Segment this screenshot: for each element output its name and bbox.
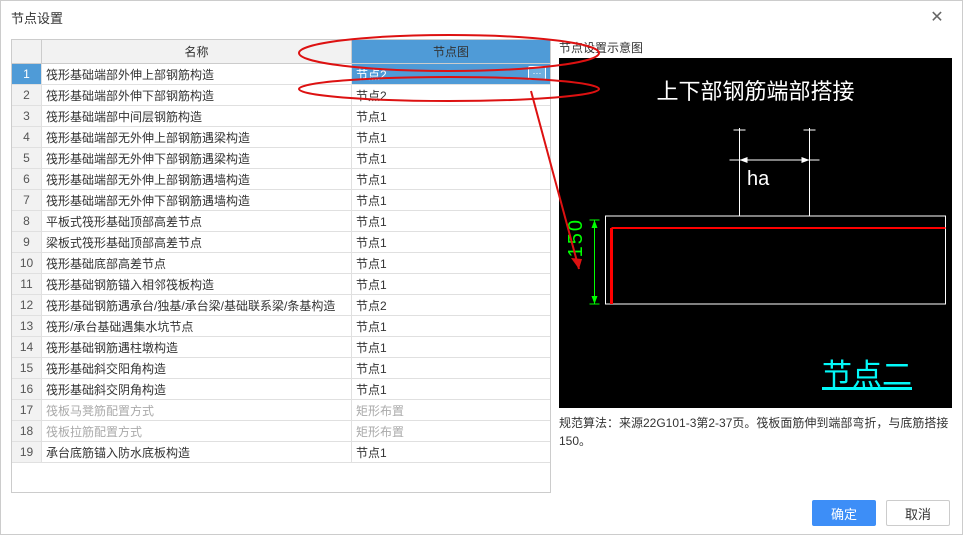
row-name: 筏形基础端部无外伸下部钢筋遇梁构造: [42, 148, 352, 168]
diagram-title: 上下部钢筋端部搭接: [559, 74, 952, 106]
close-icon: ✕: [930, 7, 943, 27]
row-index: 3: [12, 106, 42, 126]
row-name: 承台底筋锚入防水底板构造: [42, 442, 352, 462]
col-value[interactable]: 节点图: [352, 40, 550, 63]
row-name: 筏形基础端部无外伸下部钢筋遇墙构造: [42, 190, 352, 210]
row-index: 8: [12, 211, 42, 231]
row-value[interactable]: 矩形布置: [352, 421, 550, 441]
row-value[interactable]: 节点1: [352, 148, 550, 168]
row-value[interactable]: 节点2⋯: [352, 64, 550, 84]
col-name: 名称: [42, 40, 352, 63]
table-row[interactable]: 4筏形基础端部无外伸上部钢筋遇梁构造节点1: [12, 127, 550, 148]
table-row[interactable]: 18筏板拉筋配置方式矩形布置: [12, 421, 550, 442]
diagram-dim-150: 150: [565, 218, 588, 257]
table-row[interactable]: 7筏形基础端部无外伸下部钢筋遇墙构造节点1: [12, 190, 550, 211]
preview-diagram: 上下部钢筋端部搭接 150 ha 节点二: [559, 58, 952, 408]
row-value[interactable]: 节点2: [352, 295, 550, 315]
row-name: 筏形基础端部外伸下部钢筋构造: [42, 85, 352, 105]
table-row[interactable]: 13筏形/承台基础遇集水坑节点节点1: [12, 316, 550, 337]
cancel-button[interactable]: 取消: [886, 500, 950, 526]
close-button[interactable]: ✕: [922, 2, 952, 32]
table-row[interactable]: 6筏形基础端部无外伸上部钢筋遇墙构造节点1: [12, 169, 550, 190]
row-value[interactable]: 节点1: [352, 337, 550, 357]
table-row[interactable]: 8平板式筏形基础顶部高差节点节点1: [12, 211, 550, 232]
row-value[interactable]: 节点1: [352, 358, 550, 378]
table-row[interactable]: 15筏形基础斜交阳角构造节点1: [12, 358, 550, 379]
row-value[interactable]: 节点1: [352, 442, 550, 462]
row-name: 筏板马凳筋配置方式: [42, 400, 352, 420]
table-row[interactable]: 2筏形基础端部外伸下部钢筋构造节点2: [12, 85, 550, 106]
edit-icon[interactable]: ⋯: [528, 66, 546, 80]
row-name: 筏形基础端部中间层钢筋构造: [42, 106, 352, 126]
row-index: 6: [12, 169, 42, 189]
row-value[interactable]: 节点1: [352, 211, 550, 231]
row-value[interactable]: 节点1: [352, 127, 550, 147]
row-name: 筏形/承台基础遇集水坑节点: [42, 316, 352, 336]
row-value[interactable]: 节点1: [352, 274, 550, 294]
row-value[interactable]: 节点1: [352, 190, 550, 210]
row-value[interactable]: 节点1: [352, 316, 550, 336]
row-index: 9: [12, 232, 42, 252]
row-index: 16: [12, 379, 42, 399]
row-name: 筏形基础斜交阴角构造: [42, 379, 352, 399]
row-name: 筏形基础底部高差节点: [42, 253, 352, 273]
ok-button[interactable]: 确定: [812, 500, 876, 526]
table-row[interactable]: 14筏形基础钢筋遇柱墩构造节点1: [12, 337, 550, 358]
col-index: [12, 40, 42, 63]
preview-label: 节点设置示意图: [559, 39, 952, 56]
row-index: 10: [12, 253, 42, 273]
row-index: 2: [12, 85, 42, 105]
row-name: 筏形基础端部无外伸上部钢筋遇墙构造: [42, 169, 352, 189]
node-table: 名称 节点图 1筏形基础端部外伸上部钢筋构造节点2⋯2筏形基础端部外伸下部钢筋构…: [11, 39, 551, 493]
table-row[interactable]: 11筏形基础钢筋锚入相邻筏板构造节点1: [12, 274, 550, 295]
row-value[interactable]: 节点2: [352, 85, 550, 105]
table-row[interactable]: 1筏形基础端部外伸上部钢筋构造节点2⋯: [12, 64, 550, 85]
row-name: 筏形基础端部外伸上部钢筋构造: [42, 64, 352, 84]
row-name: 平板式筏形基础顶部高差节点: [42, 211, 352, 231]
table-row[interactable]: 17筏板马凳筋配置方式矩形布置: [12, 400, 550, 421]
row-index: 13: [12, 316, 42, 336]
row-index: 5: [12, 148, 42, 168]
row-name: 筏形基础钢筋锚入相邻筏板构造: [42, 274, 352, 294]
row-index: 4: [12, 127, 42, 147]
row-index: 18: [12, 421, 42, 441]
row-index: 14: [12, 337, 42, 357]
diagram-node-label: 节点二: [822, 350, 912, 394]
row-name: 筏形基础钢筋遇柱墩构造: [42, 337, 352, 357]
row-name: 筏形基础端部无外伸上部钢筋遇梁构造: [42, 127, 352, 147]
spec-note: 规范算法：来源22G101-3第2-37页。筏板面筋伸到端部弯折，与底筋搭接 1…: [559, 414, 952, 450]
row-name: 筏形基础斜交阳角构造: [42, 358, 352, 378]
table-row[interactable]: 5筏形基础端部无外伸下部钢筋遇梁构造节点1: [12, 148, 550, 169]
table-row[interactable]: 3筏形基础端部中间层钢筋构造节点1: [12, 106, 550, 127]
table-row[interactable]: 10筏形基础底部高差节点节点1: [12, 253, 550, 274]
row-index: 17: [12, 400, 42, 420]
row-value[interactable]: 矩形布置: [352, 400, 550, 420]
row-value[interactable]: 节点1: [352, 379, 550, 399]
row-name: 筏形基础钢筋遇承台/独基/承台梁/基础联系梁/条基构造: [42, 295, 352, 315]
row-value[interactable]: 节点1: [352, 106, 550, 126]
row-index: 7: [12, 190, 42, 210]
row-name: 筏板拉筋配置方式: [42, 421, 352, 441]
table-row[interactable]: 12筏形基础钢筋遇承台/独基/承台梁/基础联系梁/条基构造节点2: [12, 295, 550, 316]
row-index: 12: [12, 295, 42, 315]
dialog-title: 节点设置: [11, 8, 63, 27]
table-row[interactable]: 19承台底筋锚入防水底板构造节点1: [12, 442, 550, 463]
row-index: 1: [12, 64, 42, 84]
row-value[interactable]: 节点1: [352, 232, 550, 252]
row-name: 梁板式筏形基础顶部高差节点: [42, 232, 352, 252]
row-index: 19: [12, 442, 42, 462]
row-value[interactable]: 节点1: [352, 253, 550, 273]
table-row[interactable]: 16筏形基础斜交阴角构造节点1: [12, 379, 550, 400]
table-row[interactable]: 9梁板式筏形基础顶部高差节点节点1: [12, 232, 550, 253]
row-index: 11: [12, 274, 42, 294]
row-value[interactable]: 节点1: [352, 169, 550, 189]
diagram-dim-ha: ha: [747, 168, 769, 191]
row-index: 15: [12, 358, 42, 378]
